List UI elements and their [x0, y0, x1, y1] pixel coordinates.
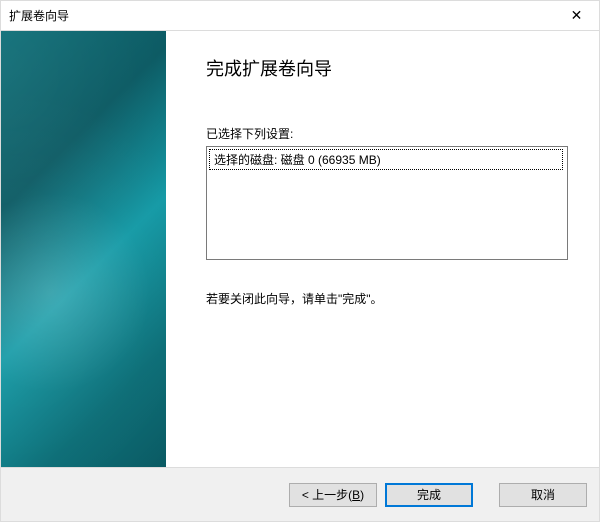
wizard-body: 完成扩展卷向导 已选择下列设置: 选择的磁盘: 磁盘 0 (66935 MB) …: [1, 31, 599, 467]
wizard-content: 完成扩展卷向导 已选择下列设置: 选择的磁盘: 磁盘 0 (66935 MB) …: [166, 31, 599, 467]
wizard-footer: < 上一步(B) 完成 取消: [1, 467, 599, 521]
window-title: 扩展卷向导: [9, 7, 69, 24]
settings-label: 已选择下列设置:: [206, 125, 571, 142]
back-button[interactable]: < 上一步(B): [289, 483, 377, 507]
wizard-window: 扩展卷向导 ✕ 完成扩展卷向导 已选择下列设置: 选择的磁盘: 磁盘 0 (66…: [0, 0, 600, 522]
cancel-button[interactable]: 取消: [499, 483, 587, 507]
back-button-suffix: ): [360, 488, 364, 502]
settings-listbox[interactable]: 选择的磁盘: 磁盘 0 (66935 MB): [206, 146, 568, 260]
list-item[interactable]: 选择的磁盘: 磁盘 0 (66935 MB): [209, 149, 563, 170]
back-button-prefix: < 上一步(: [302, 486, 352, 503]
wizard-side-graphic: [1, 31, 166, 467]
close-button[interactable]: ✕: [554, 1, 599, 30]
instruction-text: 若要关闭此向导，请单击"完成"。: [206, 290, 571, 307]
back-button-key: B: [352, 488, 360, 502]
page-title: 完成扩展卷向导: [206, 55, 571, 81]
finish-button[interactable]: 完成: [385, 483, 473, 507]
title-bar: 扩展卷向导 ✕: [1, 1, 599, 31]
